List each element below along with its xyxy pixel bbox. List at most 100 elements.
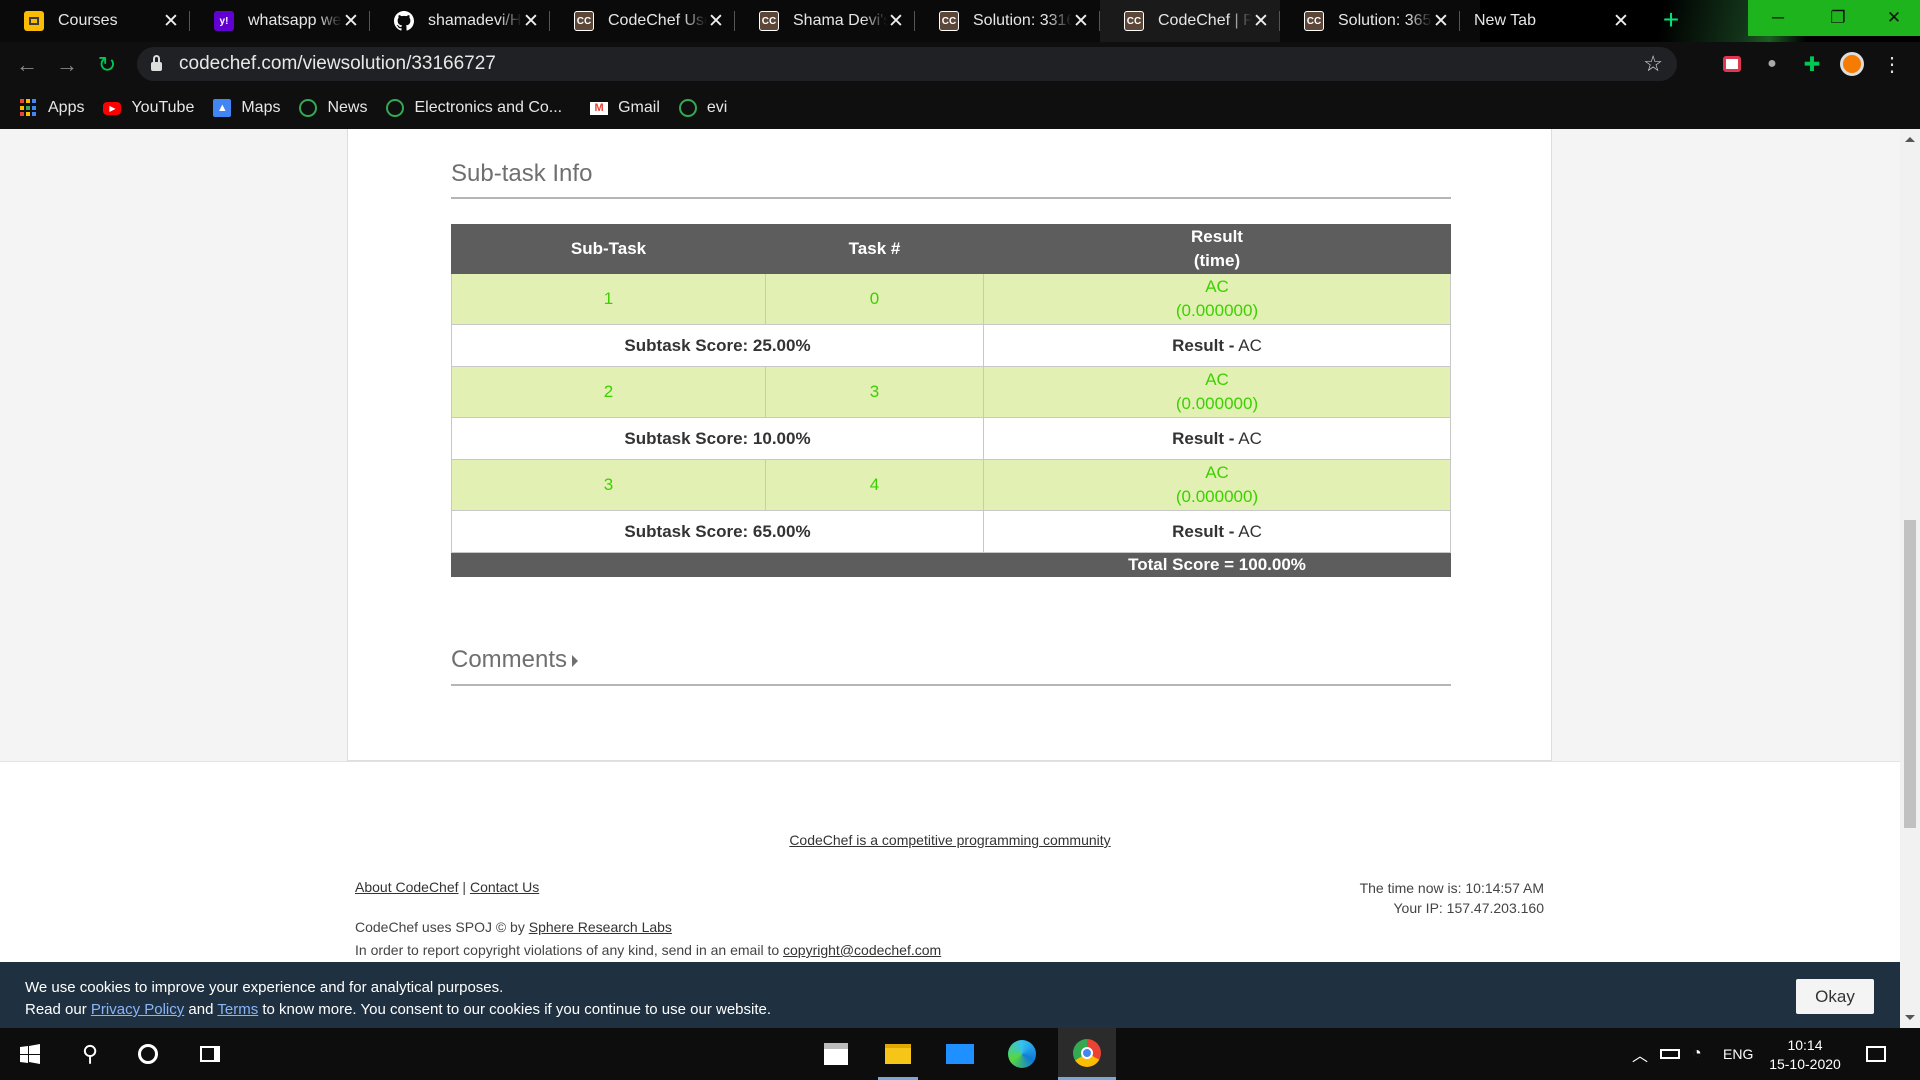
tab-codechef-user[interactable]: CC CodeChef User ✕ bbox=[550, 0, 735, 42]
sphere-research-labs-link[interactable]: Sphere Research Labs bbox=[529, 919, 672, 935]
bookmark-label: evi bbox=[706, 99, 728, 116]
mail-button[interactable] bbox=[934, 1028, 986, 1080]
scrollbar-thumb[interactable] bbox=[1904, 520, 1916, 828]
maps-icon: ▲ bbox=[213, 99, 232, 117]
windows-icon bbox=[20, 1044, 40, 1064]
comments-toggle[interactable]: Comments bbox=[451, 646, 579, 674]
close-tab-icon[interactable]: ✕ bbox=[342, 10, 360, 33]
start-button[interactable] bbox=[0, 1028, 60, 1080]
bookmark-evi[interactable]: evi bbox=[678, 99, 728, 117]
bookmark-gmail[interactable]: M Gmail bbox=[590, 99, 660, 117]
close-tab-icon[interactable]: ✕ bbox=[1612, 10, 1630, 33]
task-cell: 0 bbox=[765, 273, 984, 325]
globe-icon bbox=[386, 99, 405, 117]
file-explorer-button[interactable] bbox=[872, 1028, 924, 1080]
subtask-cell: 2 bbox=[451, 366, 766, 418]
tab-whatsapp-web[interactable]: y! whatsapp web ✕ bbox=[190, 0, 370, 42]
subtask-info-heading: Sub-task Info bbox=[451, 160, 593, 187]
gmail-icon: M bbox=[590, 101, 609, 115]
subtask-score-row: Subtask Score: 25.00% Result - AC bbox=[451, 324, 1451, 367]
close-tab-icon[interactable]: ✕ bbox=[1252, 10, 1270, 33]
about-codechef-link[interactable]: About CodeChef bbox=[355, 879, 459, 895]
header-result: Result (time) bbox=[983, 224, 1451, 274]
navigation-bar: ← → ↻ codechef.com/viewsolution/33166727… bbox=[0, 42, 1920, 87]
tagline-link[interactable]: CodeChef is a competitive programming co… bbox=[789, 832, 1110, 848]
search-button[interactable]: ⚲ bbox=[62, 1028, 118, 1080]
minimize-button[interactable]: ─ bbox=[1748, 0, 1808, 36]
courses-icon bbox=[24, 11, 44, 31]
chrome-button[interactable] bbox=[1058, 1028, 1116, 1080]
battery-icon[interactable] bbox=[1660, 1028, 1680, 1080]
contact-us-link[interactable]: Contact Us bbox=[470, 879, 539, 895]
close-tab-icon[interactable]: ✕ bbox=[522, 10, 540, 33]
subtask-result: Result - AC bbox=[983, 417, 1451, 460]
close-window-button[interactable]: ✕ bbox=[1868, 0, 1920, 36]
new-tab-button[interactable]: + bbox=[1656, 6, 1686, 36]
close-tab-icon[interactable]: ✕ bbox=[707, 10, 725, 33]
tab-solution-3651[interactable]: CC Solution: 3651 ✕ bbox=[1280, 0, 1460, 42]
back-button[interactable]: ← bbox=[12, 50, 42, 80]
address-bar[interactable]: codechef.com/viewsolution/33166727 ☆ bbox=[137, 47, 1677, 81]
bookmark-apps[interactable]: Apps bbox=[20, 99, 84, 117]
notifications-icon[interactable] bbox=[1866, 1028, 1886, 1080]
tab-title: whatsapp web bbox=[248, 12, 342, 29]
bookmark-star-icon[interactable]: ☆ bbox=[1643, 51, 1663, 77]
menu-icon[interactable]: ⋮ bbox=[1880, 52, 1904, 76]
codechef-icon: CC bbox=[1304, 11, 1324, 31]
okay-button[interactable]: Okay bbox=[1796, 979, 1874, 1014]
language-indicator[interactable]: ENG bbox=[1723, 1028, 1753, 1080]
tab-solution-33166727[interactable]: CC Solution: 3316 ✕ bbox=[915, 0, 1100, 42]
profile-avatar[interactable] bbox=[1840, 52, 1864, 76]
terms-link[interactable]: Terms bbox=[217, 1001, 258, 1018]
bookmark-youtube[interactable]: ▶ YouTube bbox=[103, 99, 194, 117]
edge-button[interactable] bbox=[996, 1028, 1048, 1080]
puzzle-extensions-icon[interactable]: ✚ bbox=[1800, 52, 1824, 76]
privacy-policy-link[interactable]: Privacy Policy bbox=[91, 1001, 184, 1018]
cortana-button[interactable] bbox=[120, 1028, 176, 1080]
pocket-extension-icon[interactable] bbox=[1720, 52, 1744, 76]
clock-date: 15-10-2020 bbox=[1769, 1056, 1841, 1072]
bookmark-electronics[interactable]: Electronics and Co... bbox=[386, 99, 562, 117]
task-cell: 3 bbox=[765, 366, 984, 418]
bookmark-maps[interactable]: ▲ Maps bbox=[213, 99, 280, 117]
close-tab-icon[interactable]: ✕ bbox=[887, 10, 905, 33]
spoj-text: CodeChef uses SPOJ © by bbox=[355, 919, 525, 935]
extension-icon[interactable]: ● bbox=[1760, 52, 1784, 76]
microsoft-store-button[interactable] bbox=[810, 1028, 862, 1080]
reload-button[interactable]: ↻ bbox=[92, 50, 122, 80]
tab-new-tab[interactable]: New Tab ✕ bbox=[1460, 0, 1640, 42]
page-scrollbar[interactable] bbox=[1900, 129, 1920, 1028]
tab-codechef-problem[interactable]: CC CodeChef | Pro ✕ bbox=[1100, 0, 1280, 42]
task-cell: 4 bbox=[765, 459, 984, 511]
wifi-icon[interactable]: ◔ bbox=[1692, 1028, 1702, 1080]
tab-title: Courses bbox=[58, 12, 118, 29]
scroll-up-arrow[interactable] bbox=[1905, 137, 1915, 142]
tab-shama-devi[interactable]: CC Shama Devi's s ✕ bbox=[735, 0, 915, 42]
github-icon bbox=[394, 11, 414, 31]
subtask-score-row: Subtask Score: 10.00% Result - AC bbox=[451, 417, 1451, 460]
close-tab-icon[interactable]: ✕ bbox=[1432, 10, 1450, 33]
copyright-email-link[interactable]: copyright@codechef.com bbox=[783, 942, 941, 958]
close-tab-icon[interactable]: ✕ bbox=[162, 10, 180, 33]
task-view-button[interactable] bbox=[182, 1028, 238, 1080]
forward-button[interactable]: → bbox=[52, 50, 82, 80]
server-time: The time now is: 10:14:57 AM bbox=[1359, 880, 1544, 896]
total-score: Total Score = 100.00% bbox=[983, 552, 1451, 577]
scroll-down-arrow[interactable] bbox=[1905, 1015, 1915, 1020]
bookmark-label: News bbox=[327, 99, 368, 116]
subtask-cell: 3 bbox=[451, 459, 766, 511]
tab-title: New Tab bbox=[1474, 12, 1536, 29]
taskbar-clock[interactable]: 10:14 15-10-2020 bbox=[1767, 1036, 1843, 1074]
show-hidden-icons[interactable]: ︿ bbox=[1632, 1028, 1648, 1080]
cortana-icon bbox=[138, 1044, 158, 1064]
close-tab-icon[interactable]: ✕ bbox=[1072, 10, 1090, 33]
tab-title: shamadevi/Hac bbox=[428, 12, 522, 29]
tab-github[interactable]: shamadevi/Hac ✕ bbox=[370, 0, 550, 42]
restore-button[interactable]: ❐ bbox=[1808, 0, 1868, 36]
bookmark-label: Electronics and Co... bbox=[414, 99, 563, 116]
content-panel: Sub-task Info Sub-Task Task # Result (tim… bbox=[347, 129, 1552, 761]
bookmark-news[interactable]: News bbox=[299, 99, 367, 117]
chrome-icon bbox=[1073, 1038, 1101, 1067]
mail-icon bbox=[946, 1044, 974, 1064]
tab-courses[interactable]: Courses ✕ bbox=[0, 0, 190, 42]
